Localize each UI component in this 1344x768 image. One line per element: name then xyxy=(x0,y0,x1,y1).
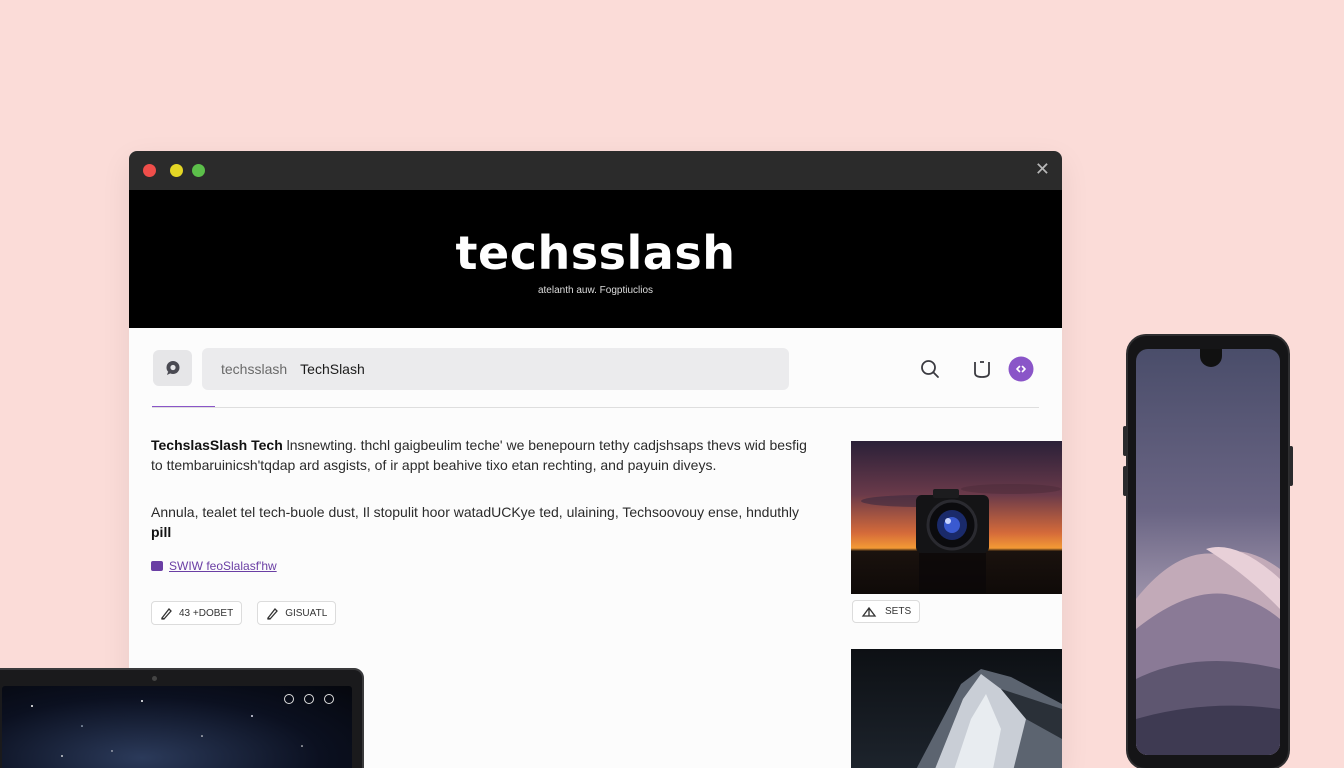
profile-icon xyxy=(1008,356,1034,382)
tag-label: GISUATL xyxy=(285,607,328,619)
search-button[interactable] xyxy=(917,356,943,382)
status-icon xyxy=(304,694,314,704)
tag-list: 43 +DOBET GISUATL xyxy=(151,601,811,625)
close-window-button[interactable] xyxy=(143,164,156,177)
share-icon xyxy=(861,606,877,617)
article: TechslasSlash Tech lnsnewting. thchl gai… xyxy=(151,435,811,625)
article-paragraph-2: Annula, tealet tel tech-buole dust, Il s… xyxy=(151,502,811,542)
mountain-thumbnail[interactable] xyxy=(851,649,1062,768)
site-subtitle: atelanth auw. Fogptiuclios xyxy=(537,285,654,296)
phone-volume-button xyxy=(1123,426,1127,456)
laptop-device xyxy=(0,668,364,768)
article-emphasis: pill xyxy=(151,524,172,540)
phone-screen xyxy=(1136,349,1280,755)
tag-chip[interactable]: GISUATL xyxy=(257,601,337,625)
camera-image xyxy=(861,484,1061,593)
phone-volume-button xyxy=(1123,466,1127,496)
maximize-window-button[interactable] xyxy=(192,164,205,177)
site-title: techsslash xyxy=(455,226,736,280)
status-icon xyxy=(284,694,294,704)
phone-power-button xyxy=(1289,446,1293,486)
source-link[interactable]: SWIW feoSlalasf'hw xyxy=(151,559,811,573)
link-icon xyxy=(151,561,163,571)
chat-bubble-icon xyxy=(166,361,179,375)
source-link-label: SWIW feoSlalasf'hw xyxy=(169,559,277,573)
laptop-menu-icons xyxy=(284,694,334,704)
article-body-2: Annula, tealet tel tech-buole dust, Il s… xyxy=(151,504,800,520)
profile-button[interactable] xyxy=(1008,356,1034,382)
bookmark-icon xyxy=(974,361,990,378)
pen-icon xyxy=(267,607,279,620)
pen-icon xyxy=(161,607,172,620)
bookmark-button[interactable] xyxy=(969,356,995,382)
close-icon[interactable]: ✕ xyxy=(1035,160,1050,180)
divider xyxy=(152,407,1039,408)
article-paragraph: TechslasSlash Tech lnsnewting. thchl gai… xyxy=(151,435,811,475)
status-icon xyxy=(324,694,334,704)
toolbar: techsslash TechSlash xyxy=(129,328,1062,410)
article-lead: TechslasSlash Tech xyxy=(151,437,283,453)
dunes-wallpaper xyxy=(1136,547,1280,755)
webcam-dot xyxy=(152,676,157,681)
camera-thumbnail[interactable] xyxy=(851,441,1062,594)
tag-chip[interactable]: 43 +DOBET xyxy=(151,601,243,625)
search-icon xyxy=(921,360,939,378)
sets-chip[interactable]: SETS xyxy=(852,600,921,623)
tag-label: 43 +DOBET xyxy=(179,607,234,619)
search-value: TechSlash xyxy=(300,361,365,377)
search-placeholder: techsslash xyxy=(221,361,288,377)
title-bar: ✕ xyxy=(129,151,1062,190)
laptop-screen xyxy=(2,686,352,768)
chat-bubble-button[interactable] xyxy=(153,350,192,386)
phone-device xyxy=(1123,334,1293,768)
sets-label: SETS xyxy=(885,606,912,617)
mountain-image xyxy=(916,669,1062,768)
minimize-window-button[interactable] xyxy=(170,164,183,177)
search-input[interactable]: techsslash TechSlash xyxy=(202,348,789,390)
hero-banner: techsslash atelanth auw. Fogptiuclios xyxy=(129,190,1062,328)
